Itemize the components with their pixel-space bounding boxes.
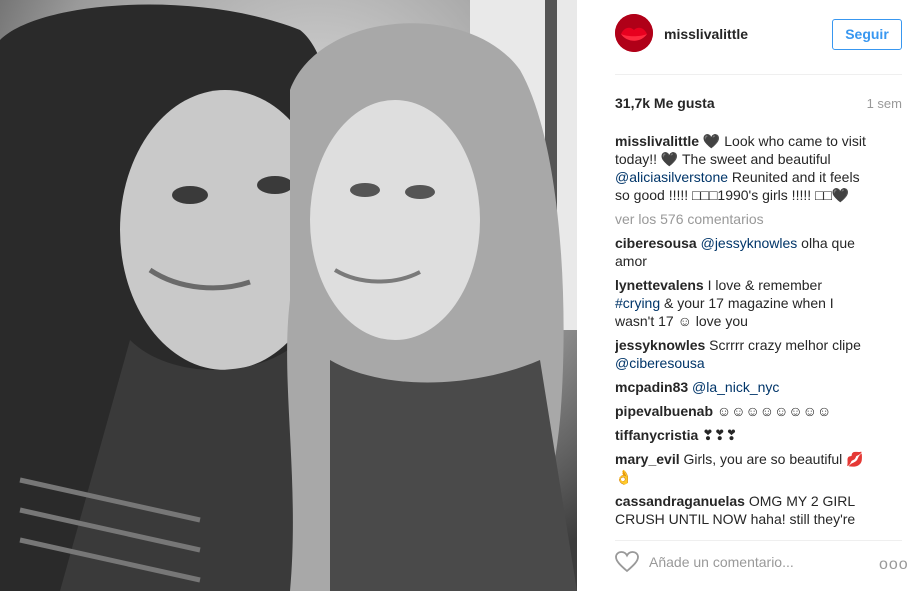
- comment-username[interactable]: mcpadin83: [615, 379, 688, 395]
- comments-list[interactable]: misslivalittle 🖤 Look who came to visit …: [615, 132, 867, 532]
- comment-username[interactable]: tiffanycristia: [615, 427, 698, 443]
- follow-button[interactable]: Seguir: [832, 19, 902, 50]
- comment-username[interactable]: jessyknowles: [615, 337, 705, 353]
- comment-item: mary_evil Girls, you are so beautiful 💋👌: [615, 450, 867, 486]
- like-count[interactable]: 31,7k Me gusta: [615, 95, 715, 111]
- post-time[interactable]: 1 sem: [867, 96, 902, 111]
- caption: misslivalittle 🖤 Look who came to visit …: [615, 132, 867, 204]
- caption-username[interactable]: misslivalittle: [615, 133, 699, 149]
- post-author-username[interactable]: misslivalittle: [664, 26, 748, 42]
- comment-link[interactable]: @jessyknowles: [701, 235, 798, 251]
- view-all-comments[interactable]: ver los 576 comentarios: [615, 210, 867, 228]
- comment-item: cassandraganuelas OMG MY 2 GIRL CRUSH UN…: [615, 492, 867, 532]
- comment-username[interactable]: lynettevalens: [615, 277, 704, 293]
- comment-item: pipevalbuenab ☺☺☺☺☺☺☺☺: [615, 402, 867, 420]
- comment-username[interactable]: ciberesousa: [615, 235, 697, 251]
- comment-username[interactable]: cassandraganuelas: [615, 493, 745, 509]
- caption-mention[interactable]: @aliciasilverstone: [615, 169, 728, 185]
- avatar[interactable]: [615, 14, 653, 52]
- comment-text: ☺☺☺☺☺☺☺☺: [713, 403, 832, 419]
- comment-text: I love & remember: [703, 277, 822, 293]
- comment-item: mcpadin83 @la_nick_nyc: [615, 378, 867, 396]
- comment-username[interactable]: mary_evil: [615, 451, 680, 467]
- comment-link[interactable]: @la_nick_nyc: [692, 379, 779, 395]
- footer-divider: [615, 540, 902, 541]
- post-photo: [0, 0, 577, 591]
- comment-item: ciberesousa @jessyknowles olha que amor: [615, 234, 867, 270]
- comment-link[interactable]: #crying: [615, 295, 660, 311]
- heart-icon[interactable]: [615, 551, 639, 573]
- comment-username[interactable]: pipevalbuenab: [615, 403, 713, 419]
- comment-text: ❣❣❣: [698, 427, 738, 443]
- comment-item: tiffanycristia ❣❣❣: [615, 426, 867, 444]
- more-options-icon[interactable]: ooo: [879, 556, 909, 574]
- comment-link[interactable]: @ciberesousa: [615, 355, 705, 371]
- post-header: misslivalittle Seguir: [577, 0, 910, 72]
- comment-item: jessyknowles Scrrrr crazy melhor clipe @…: [615, 336, 867, 372]
- post-side-panel: misslivalittle Seguir 31,7k Me gusta 1 s…: [577, 0, 910, 591]
- header-divider: [615, 74, 902, 75]
- comment-text: Scrrrr crazy melhor clipe: [705, 337, 861, 353]
- add-comment-input[interactable]: Añade un comentario...: [649, 554, 794, 570]
- comment-item: lynettevalens I love & remember #crying …: [615, 276, 867, 330]
